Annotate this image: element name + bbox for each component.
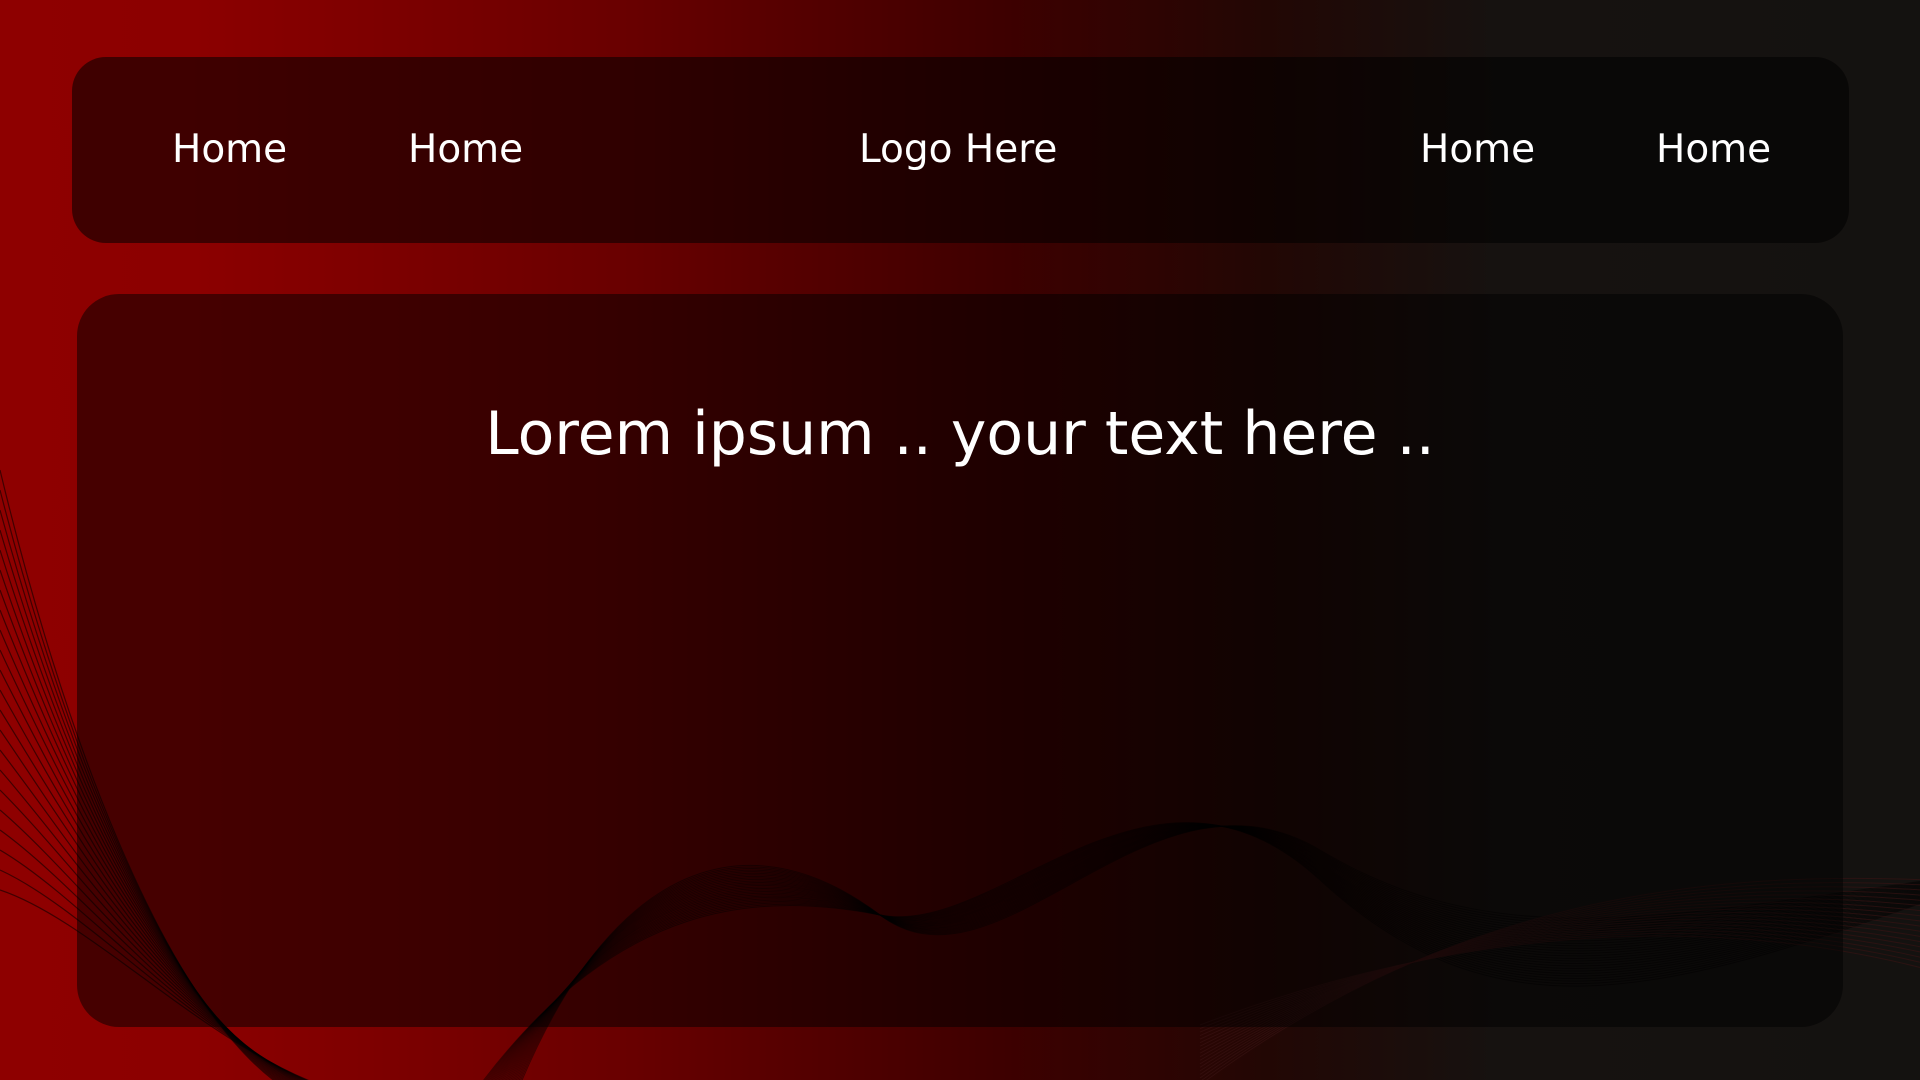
nav-link-home-3[interactable]: Home — [1420, 57, 1535, 243]
nav-link-home-4[interactable]: Home — [1656, 57, 1771, 243]
top-navbar: Home Home Logo Here Home Home — [72, 57, 1849, 243]
logo-text: Logo Here — [859, 127, 1058, 172]
nav-link-home-2[interactable]: Home — [408, 57, 523, 243]
page-headline: Lorem ipsum .. your text here .. — [485, 399, 1435, 469]
content-panel: Lorem ipsum .. your text here .. — [77, 294, 1843, 1027]
nav-link-home-1[interactable]: Home — [172, 57, 287, 243]
